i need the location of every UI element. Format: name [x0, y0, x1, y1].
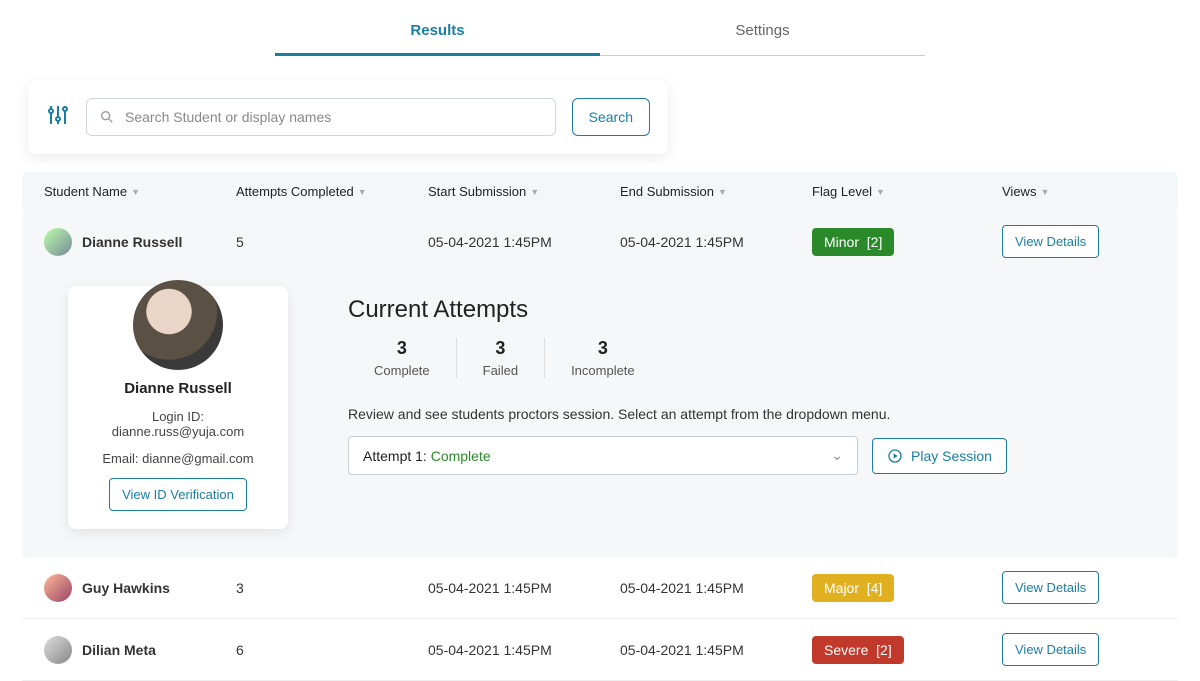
table-row[interactable]: Dilian Meta 6 05-04-2021 1:45PM 05-04-20… — [22, 619, 1178, 681]
end-cell: 05-04-2021 1:45PM — [620, 234, 812, 250]
end-cell: 05-04-2021 1:45PM — [620, 580, 812, 596]
col-flag[interactable]: Flag Level▼ — [812, 184, 1002, 199]
profile-avatar — [133, 280, 223, 370]
col-attempts[interactable]: Attempts Completed▼ — [236, 184, 428, 199]
sort-icon: ▼ — [530, 187, 539, 197]
profile-name: Dianne Russell — [84, 380, 272, 397]
view-details-button[interactable]: View Details — [1002, 571, 1099, 604]
stat-failed: 3Failed — [457, 338, 545, 378]
flag-badge: Severe [2] — [812, 636, 904, 664]
start-cell: 05-04-2021 1:45PM — [428, 642, 620, 658]
table-header: Student Name▼ Attempts Completed▼ Start … — [22, 172, 1178, 211]
col-end[interactable]: End Submission▼ — [620, 184, 812, 199]
table-row[interactable]: Dianne Russell 5 05-04-2021 1:45PM 05-04… — [22, 211, 1178, 272]
student-detail-panel: Dianne Russell Login ID: dianne.russ@yuj… — [22, 272, 1178, 557]
start-cell: 05-04-2021 1:45PM — [428, 580, 620, 596]
avatar — [44, 228, 72, 256]
end-cell: 05-04-2021 1:45PM — [620, 642, 812, 658]
student-name: Dilian Meta — [82, 642, 156, 658]
sort-icon: ▼ — [358, 187, 367, 197]
student-name: Guy Hawkins — [82, 580, 170, 596]
profile-card: Dianne Russell Login ID: dianne.russ@yuj… — [68, 286, 288, 529]
flag-badge: Minor [2] — [812, 228, 894, 256]
view-details-button[interactable]: View Details — [1002, 225, 1099, 258]
col-start[interactable]: Start Submission▼ — [428, 184, 620, 199]
search-input-wrap — [86, 98, 556, 136]
attempts-cell: 5 — [236, 234, 428, 250]
chevron-down-icon: ⌄ — [831, 447, 843, 464]
profile-login: Login ID: dianne.russ@yuja.com — [84, 409, 272, 439]
table-row[interactable]: Guy Hawkins 3 05-04-2021 1:45PM 05-04-20… — [22, 557, 1178, 619]
tab-results[interactable]: Results — [275, 8, 600, 56]
search-card: Search — [28, 80, 668, 154]
play-session-button[interactable]: Play Session — [872, 438, 1007, 474]
search-button[interactable]: Search — [572, 98, 650, 136]
play-icon — [887, 448, 903, 464]
stat-complete: 3Complete — [348, 338, 457, 378]
attempt-stats: 3Complete 3Failed 3Incomplete — [348, 338, 1156, 378]
results-table: Student Name▼ Attempts Completed▼ Start … — [22, 172, 1178, 681]
attempt-dropdown[interactable]: Attempt 1: Complete ⌄ — [348, 436, 858, 475]
avatar — [44, 574, 72, 602]
sort-icon: ▼ — [1040, 187, 1049, 197]
sort-icon: ▼ — [876, 187, 885, 197]
col-student-name[interactable]: Student Name▼ — [44, 184, 236, 199]
view-id-verification-button[interactable]: View ID Verification — [109, 478, 247, 511]
filter-icon[interactable] — [46, 103, 70, 132]
profile-email: Email: dianne@gmail.com — [84, 451, 272, 466]
col-views[interactable]: Views▼ — [1002, 184, 1152, 199]
flag-badge: Major [4] — [812, 574, 894, 602]
view-details-button[interactable]: View Details — [1002, 633, 1099, 666]
avatar — [44, 636, 72, 664]
attempts-cell: 3 — [236, 580, 428, 596]
review-text: Review and see students proctors session… — [348, 406, 1156, 422]
attempts-cell: 6 — [236, 642, 428, 658]
search-icon — [99, 109, 115, 125]
detail-title: Current Attempts — [348, 296, 1156, 324]
student-name: Dianne Russell — [82, 234, 182, 250]
start-cell: 05-04-2021 1:45PM — [428, 234, 620, 250]
tabs-nav: Results Settings — [0, 8, 1200, 56]
sort-icon: ▼ — [718, 187, 727, 197]
search-input[interactable] — [125, 109, 543, 125]
tab-settings[interactable]: Settings — [600, 8, 925, 56]
detail-main: Current Attempts 3Complete 3Failed 3Inco… — [348, 286, 1156, 529]
sort-icon: ▼ — [131, 187, 140, 197]
stat-incomplete: 3Incomplete — [545, 338, 661, 378]
